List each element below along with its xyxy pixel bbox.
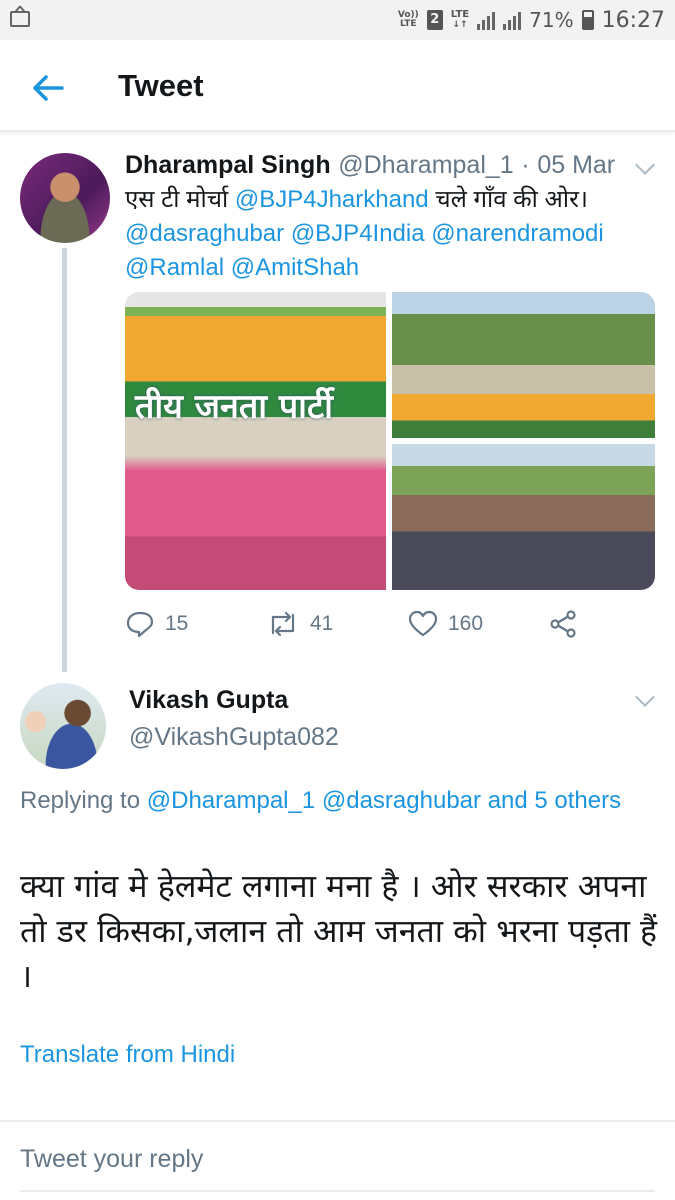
retweet-count: 41 xyxy=(310,612,334,635)
chevron-down-icon[interactable] xyxy=(635,155,655,175)
photo-2[interactable] xyxy=(392,292,655,438)
thread-line xyxy=(62,248,67,672)
mention-link[interactable]: @dasraghubar xyxy=(125,220,284,247)
meta-separator: · xyxy=(521,151,530,179)
tweet-text-part: एस टी मोर्चा xyxy=(125,186,235,213)
clock: 16:27 xyxy=(601,7,665,33)
reply-author-handle[interactable]: @VikashGupta082 xyxy=(129,723,339,752)
share-action[interactable] xyxy=(548,604,578,644)
tweet-header: Dharampal Singh @Dharampal_1 · 05 Mar xyxy=(125,149,615,181)
tweet-text: एस टी मोर्चा @BJP4Jharkhand चले गाँव की … xyxy=(125,183,655,285)
photo-sign-text: तीय जनता पार्टी xyxy=(135,387,333,427)
battery-icon xyxy=(581,10,594,30)
retweet-icon xyxy=(271,611,295,637)
reply-count: 15 xyxy=(165,612,189,635)
mention-link[interactable]: @BJP4India xyxy=(291,220,425,247)
author-avatar[interactable] xyxy=(20,153,110,243)
reply-action[interactable]: 15 xyxy=(125,604,188,644)
page-title: Tweet xyxy=(118,68,204,103)
mention-link[interactable]: @narendramodi xyxy=(431,220,603,247)
mention-link[interactable]: @dasraghubar xyxy=(322,787,481,814)
signal-strength-icon-1 xyxy=(477,10,496,30)
photo-1[interactable]: तीय जनता पार्टी xyxy=(125,292,386,590)
tweet-media-grid: तीय जनता पार्टी xyxy=(125,292,655,590)
reply-input-underline xyxy=(20,1190,655,1192)
author-name[interactable]: Dharampal Singh xyxy=(125,151,331,179)
status-icons: Vo)) LTE 2 LTE ↓↑ 71% 16:27 xyxy=(398,6,665,34)
reply-text: क्या गांव मे हेलमेट लगाना मना है । ओर सर… xyxy=(20,867,658,995)
reply-icon xyxy=(126,611,154,638)
others-link[interactable]: and 5 others xyxy=(488,787,621,814)
mention-link[interactable]: @Dharampal_1 xyxy=(147,787,315,814)
chevron-down-icon[interactable] xyxy=(635,687,655,707)
reply-author-avatar[interactable] xyxy=(20,683,106,769)
volte-indicator: Vo)) LTE xyxy=(397,10,419,29)
mention-link[interactable]: @Ramlal xyxy=(125,254,224,281)
replying-prefix: Replying to xyxy=(20,787,147,814)
signal-strength-icon-2 xyxy=(503,10,522,30)
battery-percent: 71% xyxy=(529,8,574,32)
gmail-icon xyxy=(10,11,30,27)
mention-link[interactable]: @AmitShah xyxy=(231,254,359,281)
share-icon xyxy=(550,610,576,638)
tweet-date: 05 Mar xyxy=(537,151,616,179)
heart-icon xyxy=(408,610,438,637)
author-handle[interactable]: @Dharampal_1 xyxy=(338,151,513,179)
status-bar: Vo)) LTE 2 LTE ↓↑ 71% 16:27 xyxy=(0,0,675,40)
sim-indicator: 2 xyxy=(426,10,443,30)
like-count: 160 xyxy=(448,612,484,635)
reply-author-name[interactable]: Vikash Gupta xyxy=(129,686,288,715)
network-type: LTE ↓↑ xyxy=(450,9,470,31)
like-action[interactable]: 160 xyxy=(408,604,483,644)
mention-link[interactable]: @BJP4Jharkhand xyxy=(235,186,429,213)
app-header: Tweet xyxy=(0,40,675,132)
replying-to: Replying to @Dharampal_1 @dasraghubar an… xyxy=(20,784,640,818)
tweet-text-part: चले गाँव की ओर। xyxy=(428,186,589,213)
arrow-left-icon[interactable] xyxy=(28,68,68,108)
photo-3[interactable] xyxy=(392,444,655,590)
translate-link[interactable]: Translate from Hindi xyxy=(20,1041,235,1069)
retweet-action[interactable]: 41 xyxy=(266,604,333,644)
reply-input[interactable] xyxy=(20,1139,500,1179)
